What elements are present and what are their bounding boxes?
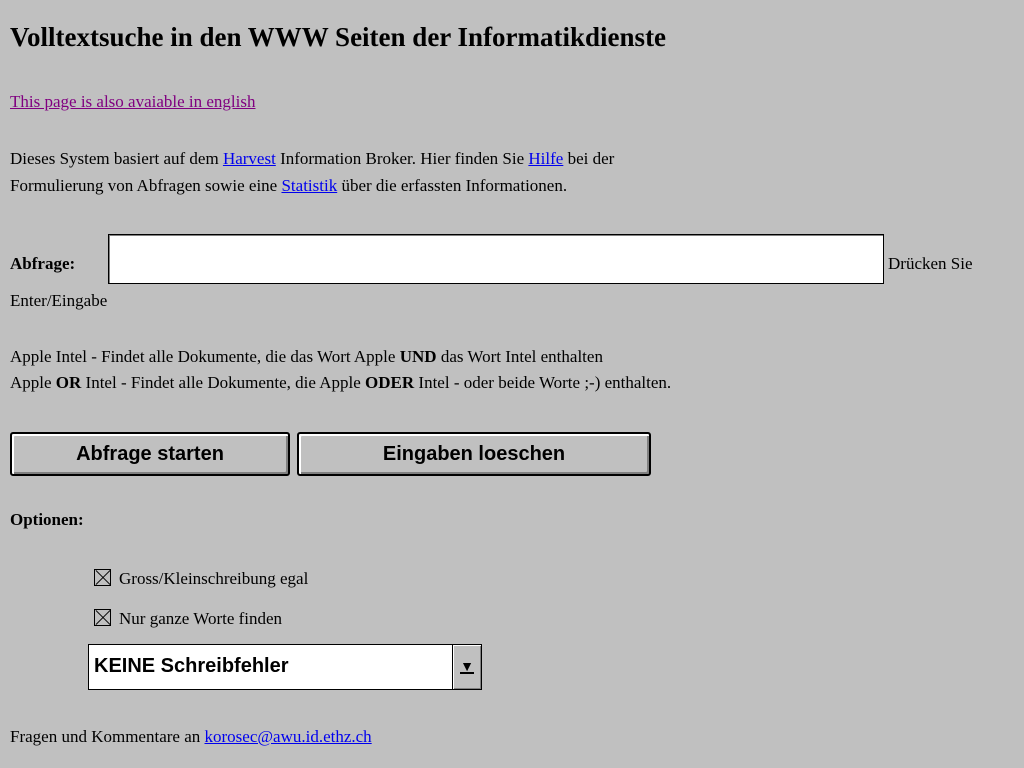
intro-text: bei der: [563, 149, 615, 168]
intro-line-1: Dieses System basiert auf dem Harvest In…: [10, 149, 614, 169]
option-label: Gross/Kleinschreibung egal: [119, 569, 309, 588]
footer: Fragen und Kommentare an korosec@awu.id.…: [10, 727, 372, 747]
footer-text: Fragen und Kommentare an: [10, 727, 205, 746]
options-label: Optionen:: [10, 510, 84, 529]
query-input[interactable]: [108, 234, 884, 284]
query-hint: Drücken Sie: [888, 254, 973, 273]
select-value: KEINE Schreibfehler: [94, 655, 289, 677]
submit-button[interactable]: Abfrage starten: [10, 432, 290, 476]
option-label: Nur ganze Worte finden: [119, 609, 283, 628]
intro-text: Formulierung von Abfragen sowie eine: [10, 176, 282, 195]
english-link[interactable]: This page is also avaiable in english: [10, 92, 256, 112]
reset-button[interactable]: Eingaben loeschen: [297, 432, 651, 476]
example-and: Apple Intel - Findet alle Dokumente, die…: [10, 347, 603, 366]
intro-text: über die erfassten Informationen.: [337, 176, 568, 195]
intro-line-2: Formulierung von Abfragen sowie eine Sta…: [10, 176, 567, 196]
intro-text: Dieses System basiert auf dem: [10, 149, 223, 168]
spelling-errors-select[interactable]: KEINE Schreibfehler ▼: [88, 644, 482, 690]
query-label: Abfrage:: [10, 254, 76, 273]
statistik-link[interactable]: Statistik: [281, 176, 337, 195]
checkbox-checked-icon[interactable]: [94, 569, 111, 586]
checkbox-checked-icon[interactable]: [94, 609, 111, 626]
option-whole-words[interactable]: Nur ganze Worte finden: [94, 609, 282, 629]
intro-text: Information Broker. Hier finden Sie: [275, 149, 529, 168]
option-case-insensitive[interactable]: Gross/Kleinschreibung egal: [94, 569, 308, 589]
harvest-link[interactable]: Harvest: [223, 149, 276, 168]
email-link[interactable]: korosec@awu.id.ethz.ch: [205, 727, 372, 746]
hilfe-link[interactable]: Hilfe: [528, 149, 563, 168]
page-title: Volltextsuche in den WWW Seiten der Info…: [10, 22, 667, 52]
dropdown-arrow-icon[interactable]: ▼: [452, 645, 481, 689]
query-hint-2: Enter/Eingabe: [10, 291, 108, 310]
example-or: Apple OR Intel - Findet alle Dokumente, …: [10, 373, 672, 392]
